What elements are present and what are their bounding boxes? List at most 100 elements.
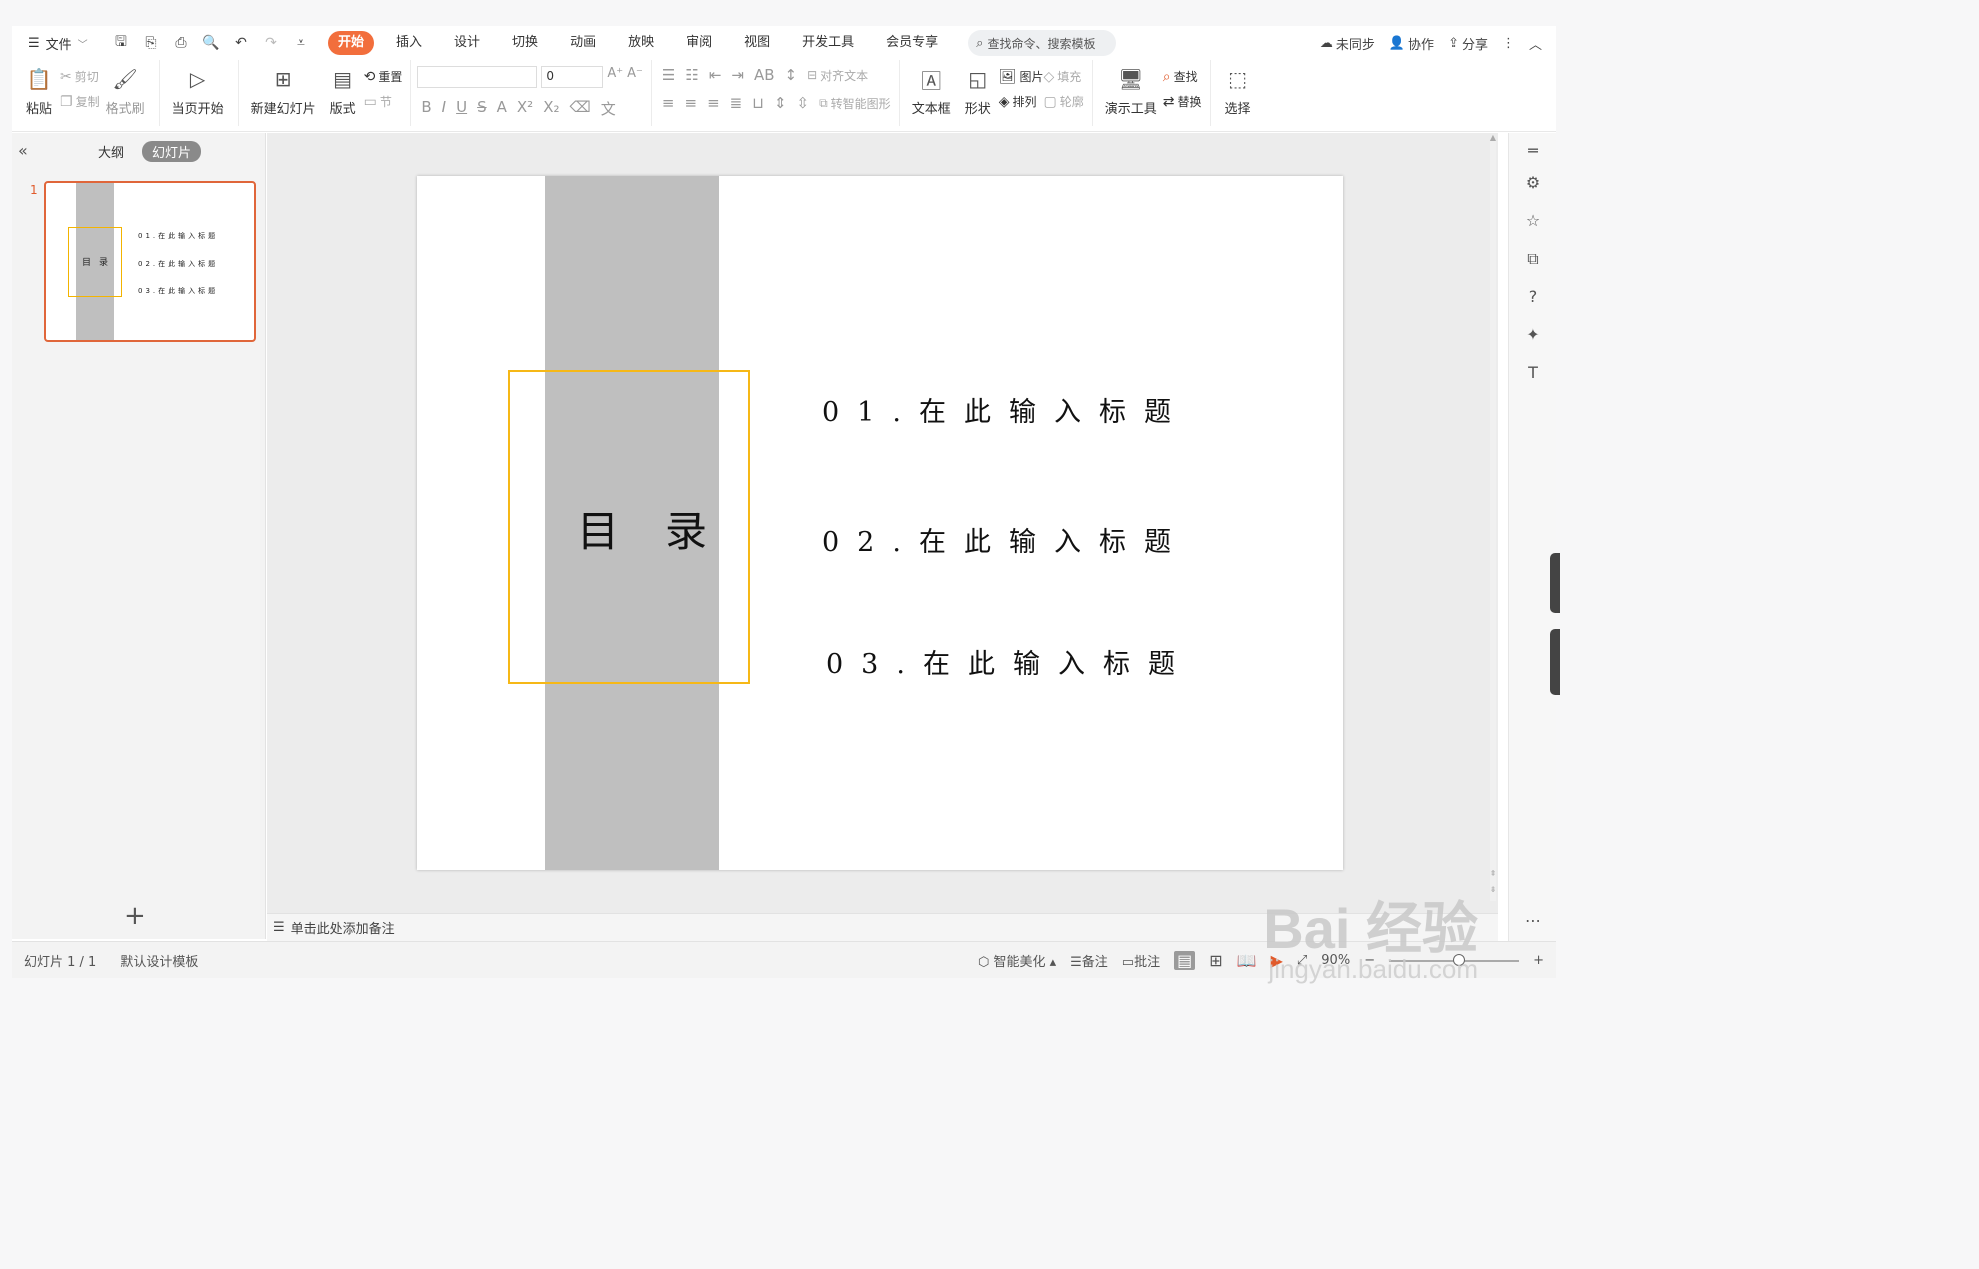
- justify-icon[interactable]: ≣: [730, 94, 743, 112]
- print-preview-icon[interactable]: 🔍: [202, 35, 220, 51]
- tab-member[interactable]: 会员专享: [870, 31, 954, 55]
- collapse-panel-icon[interactable]: «: [18, 141, 28, 160]
- text-direction-icon[interactable]: AB: [754, 66, 775, 84]
- collapse-ribbon-icon[interactable]: ︿: [1529, 34, 1542, 53]
- slide-title[interactable]: 目录: [577, 498, 753, 559]
- reading-view-icon[interactable]: 📖: [1237, 951, 1257, 970]
- comments-button[interactable]: ▭批注: [1122, 951, 1160, 970]
- beautify-button[interactable]: ⬡ 智能美化 ▴: [978, 951, 1056, 970]
- phonetic-icon[interactable]: 文: [601, 98, 616, 119]
- tab-transitions[interactable]: 切换: [496, 31, 554, 55]
- strikethrough-icon[interactable]: S: [477, 98, 487, 119]
- tab-slides[interactable]: 幻灯片: [142, 141, 202, 162]
- section-button[interactable]: ▭ 节: [364, 93, 403, 110]
- floating-widget-handle[interactable]: [1550, 629, 1560, 695]
- eraser-icon[interactable]: ⌫: [569, 98, 590, 119]
- align-right-icon[interactable]: ≡: [707, 94, 720, 112]
- template-name[interactable]: 默认设计模板: [120, 951, 198, 970]
- font-color-icon[interactable]: A: [497, 98, 507, 119]
- copy-format-icon[interactable]: ⧉: [1523, 249, 1543, 269]
- superscript-icon[interactable]: X²: [517, 98, 533, 119]
- slide[interactable]: 目录 01.在此输入标题 02.在此输入标题 03.在此输入标题: [417, 176, 1343, 870]
- sliders-icon[interactable]: ⚙: [1523, 173, 1543, 192]
- tab-review[interactable]: 审阅: [670, 31, 728, 55]
- redo-icon[interactable]: ↷: [262, 35, 280, 51]
- prev-page-icon[interactable]: ⇞: [1488, 869, 1498, 878]
- align-left-icon[interactable]: ≡: [662, 94, 675, 112]
- bullets-icon[interactable]: ☰: [662, 66, 675, 84]
- menu-lines-icon[interactable]: ═: [1523, 141, 1543, 160]
- file-menu[interactable]: ☰ 文件 ﹀: [12, 34, 108, 53]
- fill-button[interactable]: ◇ 填充: [1044, 68, 1084, 85]
- more-horizontal-icon[interactable]: ⋯: [1523, 911, 1543, 930]
- toc-item-1[interactable]: 01.在此输入标题: [822, 390, 1189, 429]
- format-painter-button[interactable]: 🖌 格式刷: [100, 64, 151, 117]
- command-search[interactable]: ⌕ 查找命令、搜索模板: [968, 30, 1117, 56]
- decrease-indent-icon[interactable]: ⇤: [709, 66, 722, 84]
- slide-thumbnail[interactable]: 目录 01.在此输入标题 02.在此输入标题 03.在此输入标题: [44, 181, 256, 342]
- undo-icon[interactable]: ↶: [232, 35, 250, 51]
- canvas-vertical-scrollbar[interactable]: ▲ ⇞ ⇟: [1488, 133, 1498, 913]
- tab-insert[interactable]: 插入: [380, 31, 438, 55]
- toc-item-3[interactable]: 03.在此输入标题: [826, 642, 1193, 681]
- copy-button[interactable]: ❐ 复制: [60, 93, 100, 110]
- print-icon[interactable]: ⎙: [172, 35, 190, 51]
- underline-icon[interactable]: U: [456, 98, 467, 119]
- tab-slideshow[interactable]: 放映: [612, 31, 670, 55]
- sort-icon[interactable]: ↕: [785, 66, 798, 84]
- play-from-current-button[interactable]: ▷ 当页开始: [166, 64, 230, 117]
- subscript-icon[interactable]: X₂: [543, 98, 559, 119]
- select-button[interactable]: ⬚ 选择: [1217, 64, 1259, 117]
- cut-button[interactable]: ✂ 剪切: [60, 68, 100, 85]
- textbox-button[interactable]: 🄰 文本框: [906, 64, 957, 118]
- line-spacing-icon[interactable]: ⇕: [774, 94, 787, 112]
- shrink-font-icon[interactable]: A⁻: [627, 66, 643, 88]
- save-icon[interactable]: 🖫: [112, 31, 130, 55]
- export-icon[interactable]: ⎘: [142, 35, 160, 51]
- find-button[interactable]: ⌕ 查找: [1163, 68, 1202, 85]
- zoom-in-icon[interactable]: +: [1533, 953, 1544, 968]
- sorter-view-icon[interactable]: ⊞: [1209, 951, 1222, 970]
- text-icon[interactable]: T: [1523, 363, 1543, 382]
- distribute-icon[interactable]: ⊔: [752, 94, 764, 112]
- tab-view[interactable]: 视图: [728, 31, 786, 55]
- paste-button[interactable]: 📋 粘贴: [18, 64, 60, 117]
- bold-icon[interactable]: B: [421, 98, 431, 119]
- presentation-tools-button[interactable]: 🖥 演示工具: [1099, 64, 1163, 117]
- arrange-button[interactable]: ◈ 排列: [999, 93, 1044, 110]
- next-page-icon[interactable]: ⇟: [1488, 885, 1498, 894]
- star-icon[interactable]: ☆: [1523, 211, 1543, 230]
- lightbulb-icon[interactable]: ✦: [1523, 325, 1543, 344]
- scrollbar-track[interactable]: [1490, 141, 1496, 901]
- customize-icon[interactable]: ⩡: [292, 35, 310, 51]
- para-spacing-icon[interactable]: ⇳: [797, 94, 810, 112]
- grow-font-icon[interactable]: A⁺: [607, 66, 623, 88]
- tab-home[interactable]: 开始: [328, 31, 375, 55]
- align-center-icon[interactable]: ≡: [684, 94, 697, 112]
- new-slide-button[interactable]: ⊞ 新建幻灯片: [245, 64, 322, 117]
- align-text-button[interactable]: ⊟ 对齐文本: [807, 66, 868, 84]
- tab-developer[interactable]: 开发工具: [786, 31, 870, 55]
- italic-icon[interactable]: I: [442, 98, 446, 119]
- add-slide-icon[interactable]: +: [124, 901, 146, 931]
- notes-toggle-button[interactable]: ☰备注: [1070, 951, 1108, 970]
- normal-view-icon[interactable]: ▤: [1174, 951, 1196, 970]
- sync-button[interactable]: ☁ 未同步: [1320, 34, 1375, 53]
- tab-outline[interactable]: 大纲: [88, 141, 134, 162]
- layout-button[interactable]: ▤ 版式: [322, 64, 364, 117]
- reset-button[interactable]: ⟲ 重置: [364, 68, 403, 85]
- share-button[interactable]: ⇪ 分享: [1448, 34, 1488, 53]
- increase-indent-icon[interactable]: ⇥: [731, 66, 744, 84]
- picture-button[interactable]: 🖼 图片: [999, 68, 1044, 85]
- tab-design[interactable]: 设计: [438, 31, 496, 55]
- collab-button[interactable]: 👤 协作: [1389, 34, 1434, 53]
- shape-button[interactable]: ◱ 形状: [957, 64, 999, 117]
- font-family-select[interactable]: [417, 66, 538, 88]
- tab-animations[interactable]: 动画: [554, 31, 612, 55]
- help-icon[interactable]: ?: [1523, 287, 1543, 306]
- more-vertical-icon[interactable]: ⋮: [1502, 36, 1515, 51]
- numbering-icon[interactable]: ☷: [685, 66, 698, 84]
- outline-button[interactable]: ▢ 轮廓: [1044, 93, 1084, 110]
- scroll-up-icon[interactable]: ▲: [1488, 133, 1498, 142]
- smartart-button[interactable]: ⧉ 转智能图形: [819, 94, 891, 112]
